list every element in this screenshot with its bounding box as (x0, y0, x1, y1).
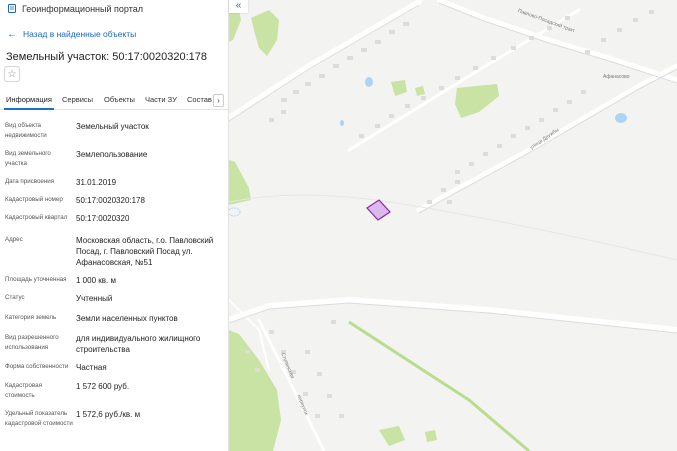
object-info-panel: Геоинформационный портал ← Назад в найде… (0, 0, 229, 451)
detail-value: 31.01.2019 (76, 178, 117, 187)
path-line (229, 194, 677, 261)
forest-area (415, 86, 425, 96)
map-canvas[interactable] (229, 0, 677, 451)
collapse-panel-button[interactable]: « (229, 0, 248, 13)
back-link-label: Назад в найденные объекты (23, 29, 137, 39)
road-outline (229, 2, 677, 334)
detail-label: Вид объекта недвижимости (5, 122, 47, 139)
portal-name: Геоинформационный портал (22, 3, 143, 14)
tab-services[interactable]: Сервисы (62, 92, 93, 110)
detail-label: Статус (5, 294, 25, 301)
forest-area (251, 10, 279, 56)
detail-value: 50:17:0020320 (76, 214, 130, 223)
selected-parcel[interactable] (366, 199, 391, 221)
favorite-star-icon[interactable]: ☆ (4, 66, 20, 82)
detail-value: для индивидуального жилищного строительс… (76, 334, 201, 354)
water-body (340, 120, 344, 126)
detail-value: Земли населенных пунктов (76, 314, 178, 323)
detail-value: 1 000 кв. м (76, 276, 116, 285)
detail-label: Дата присвоения (5, 178, 55, 185)
water-body (615, 113, 627, 123)
detail-label: Адрес (5, 236, 23, 243)
water-body (229, 207, 241, 217)
tab-composition[interactable]: Состав (187, 92, 212, 110)
detail-value: 50:17:0020320:178 (76, 196, 145, 205)
detail-label: Кадастровая стоимость (5, 382, 42, 399)
detail-label: Кадастровый квартал (5, 214, 68, 221)
forest-area (391, 80, 407, 96)
arrow-left-icon: ← (7, 28, 17, 40)
forest-area (425, 430, 437, 442)
detail-label: Площадь уточненная (5, 276, 67, 283)
place-label: Афанасово (603, 74, 630, 80)
detail-value: Частная (76, 363, 107, 372)
detail-label: Вид разрешенного использования (5, 334, 59, 351)
road-network (229, 0, 677, 451)
detail-label: Удельный показатель кадастровой стоимост… (5, 410, 73, 427)
detail-label: Форма собственности (5, 363, 69, 370)
page-title: Земельный участок: 50:17:0020320:178 (6, 51, 208, 63)
detail-value: 1 572,6 руб./кв. м (76, 410, 141, 419)
detail-value: Землепользование (76, 150, 148, 159)
back-to-results-link[interactable]: ← Назад в найденные объекты (0, 28, 228, 40)
map-view[interactable]: Павлово-Посадский тракт Афанасово улица … (229, 0, 677, 451)
water-body (365, 77, 373, 87)
forest-area (229, 160, 251, 205)
chevron-right-icon[interactable]: › (213, 94, 224, 107)
forest-area (455, 84, 499, 118)
detail-value: 1 572 600 руб. (76, 382, 130, 391)
greenway (348, 320, 530, 451)
detail-label: Категория земель (5, 314, 57, 321)
detail-value: Земельный участок (76, 122, 149, 131)
tab-parts[interactable]: Части ЗУ (145, 92, 177, 110)
tab-information[interactable]: Информация (4, 92, 54, 110)
detail-value: Московская область, г.о. Павловский Поса… (76, 236, 214, 267)
detail-value: Учтенный (76, 294, 113, 303)
portal-logo-icon (8, 4, 16, 13)
detail-label: Кадастровый номер (5, 196, 63, 203)
forest-area (379, 426, 405, 446)
tab-objects[interactable]: Объекты (104, 92, 135, 110)
tab-bar: Информация Сервисы Объекты Части ЗУ Сост… (0, 92, 228, 110)
portal-header: Геоинформационный портал (0, 0, 228, 17)
detail-label: Вид земельного участка (5, 150, 51, 167)
